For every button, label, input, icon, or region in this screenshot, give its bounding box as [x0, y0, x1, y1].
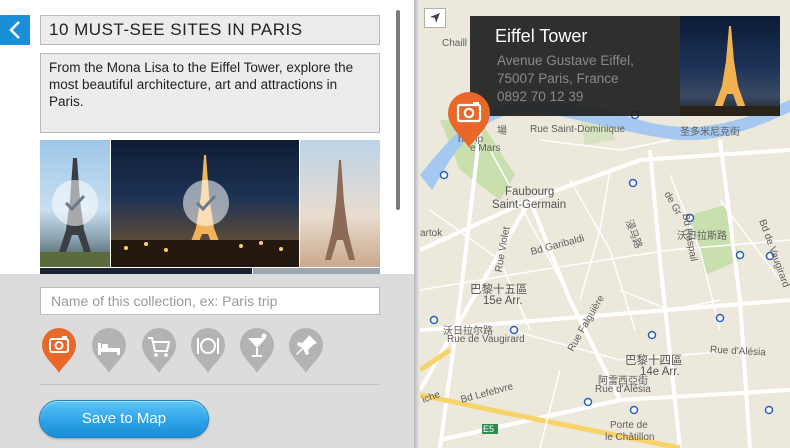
select-photo-toggle[interactable]	[52, 180, 98, 226]
cart-icon	[142, 328, 176, 373]
divider	[40, 384, 380, 385]
photo-thumbnail[interactable]	[40, 140, 110, 267]
district-label: 15e Arr.	[483, 295, 523, 307]
map-label: 阿雷西亞街	[598, 376, 648, 387]
photo-thumbnail[interactable]	[111, 140, 299, 267]
street-label: Rue de Vaugirard	[447, 334, 525, 345]
back-button[interactable]	[0, 15, 30, 45]
category-lodging[interactable]	[90, 327, 128, 375]
road-shield: E5	[483, 424, 495, 434]
dining-icon	[191, 328, 225, 373]
pin-icon	[289, 328, 323, 373]
category-other[interactable]	[287, 327, 325, 375]
map-label: Rue Saint-Dominique	[530, 124, 626, 135]
select-photo-toggle[interactable]	[183, 180, 229, 226]
navigation-arrow-icon	[430, 13, 440, 23]
category-nightlife[interactable]	[238, 327, 276, 375]
save-to-map-button[interactable]: Save to Map	[39, 400, 209, 438]
checkmark-icon	[195, 194, 217, 212]
district-label: Faubourg	[505, 186, 555, 198]
category-dining[interactable]	[189, 327, 227, 375]
place-address-line2: 75007 Paris, France	[497, 71, 619, 86]
eiffel-tower-sunset-photo	[325, 160, 355, 260]
place-title: Eiffel Tower	[495, 26, 588, 46]
place-phone: 0892 70 12 39	[497, 89, 584, 104]
map-label: artok	[420, 228, 443, 239]
category-shopping[interactable]	[140, 327, 178, 375]
map-label: Porte de	[610, 420, 648, 431]
place-address-line1: Avenue Gustave Eiffel,	[497, 53, 634, 68]
place-info-popup[interactable]: Eiffel Tower Avenue Gustave Eiffel, 7500…	[470, 16, 780, 116]
camera-marker-icon	[448, 92, 490, 148]
locate-button[interactable]	[424, 8, 446, 28]
place-photo	[680, 16, 780, 116]
collection-panel: 10 MUST-SEE SITES IN PARIS From the Mona…	[0, 0, 418, 448]
bed-icon	[92, 328, 126, 373]
collection-description[interactable]: From the Mona Lisa to the Eiffel Tower, …	[40, 53, 380, 133]
map-label: Chaill	[442, 38, 468, 49]
scrollbar[interactable]	[396, 10, 400, 210]
district-label: Saint-Germain	[492, 199, 567, 211]
cocktail-icon	[240, 328, 274, 373]
chevron-left-icon	[9, 21, 20, 39]
collection-name-input[interactable]	[40, 287, 380, 315]
checkmark-icon	[64, 194, 86, 212]
camera-icon	[42, 328, 76, 373]
eiffel-tower-photo	[680, 26, 780, 116]
map-label: 場	[497, 126, 507, 137]
category-sightseeing[interactable]	[40, 327, 78, 375]
map-view[interactable]: Chaill hamp e Mars 場 Rue Saint-Dominique…	[420, 0, 790, 448]
photo-thumbnail[interactable]	[300, 140, 380, 267]
collection-title[interactable]: 10 MUST-SEE SITES IN PARIS	[40, 15, 380, 45]
map-label: 圣多米尼克街	[680, 127, 740, 138]
save-collection-form: Save to Map	[0, 274, 418, 448]
map-marker[interactable]	[446, 92, 492, 150]
map-label: le Châtillon	[605, 432, 655, 443]
